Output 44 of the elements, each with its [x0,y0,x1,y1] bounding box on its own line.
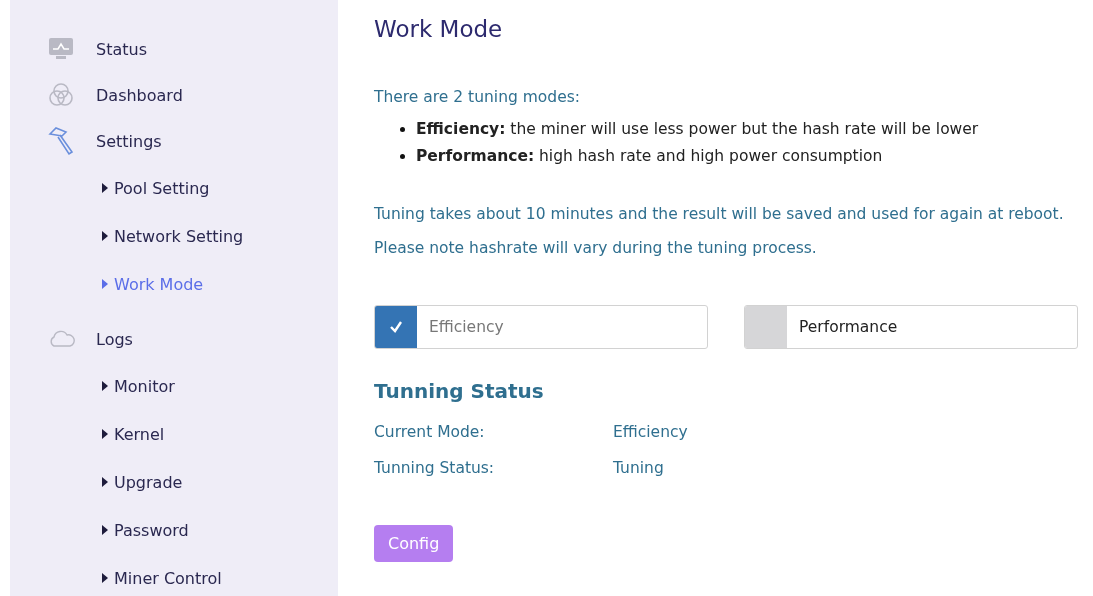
status-value: Efficiency [613,423,688,443]
intro-text: There are 2 tuning modes: [374,88,581,106]
nav-subitem[interactable]: Upgrade [10,458,338,506]
mode-option[interactable]: Efficiency [374,305,708,349]
note-text: Tuning takes about 10 minutes and the result will be saved and used for again at reboot. [374,205,1065,223]
status-label: Current Mode: [374,423,486,443]
section-title: Tunning Status [374,379,545,403]
bullet-icon [400,153,405,159]
nav-subitem[interactable]: Network Setting [10,212,338,260]
nav-subitem[interactable]: Kernel [10,410,338,458]
nav-subitem[interactable]: Pool Setting [10,164,338,212]
caret-icon [102,525,108,535]
nav-subitem[interactable]: Work Mode [10,260,338,308]
page-title: Work Mode [374,16,504,42]
bullet-text: Performance: high hash rate and high power consumption [416,147,883,165]
mode-checkbox[interactable] [745,306,787,348]
bullet-icon [400,126,405,132]
caret-icon [102,477,108,487]
caret-icon [102,429,108,439]
nav-subitem[interactable]: Password [10,506,338,554]
caret-icon [102,231,108,241]
nav-item[interactable]: Logs [96,329,133,349]
caret-icon [102,279,108,289]
caret-icon [102,381,108,391]
status-value: Tuning [613,459,664,479]
check-icon [389,320,403,334]
caret-icon [102,183,108,193]
nav-item[interactable]: Status [96,39,147,59]
bullet-text: Efficiency: the miner will use less power but the hash rate will be lower [416,120,979,138]
status-label: Tunning Status: [374,459,496,479]
mode-option[interactable]: Performance [744,305,1078,349]
mode-label: Efficiency [429,318,504,336]
note-text: Please note hashrate will vary during the tuning process. [374,239,818,257]
mode-label: Performance [799,318,898,336]
nav-subitem[interactable]: Monitor [10,362,338,410]
nav-item[interactable]: Settings [96,131,162,151]
nav-item[interactable]: Dashboard [96,85,183,105]
caret-icon [102,573,108,583]
mode-checkbox[interactable] [375,306,417,348]
circles-icon [48,82,74,108]
cloud-icon [48,330,76,348]
monitor-icon [48,37,74,61]
nav-subitem[interactable]: Miner Control [10,554,338,596]
hammer-icon [48,126,76,156]
